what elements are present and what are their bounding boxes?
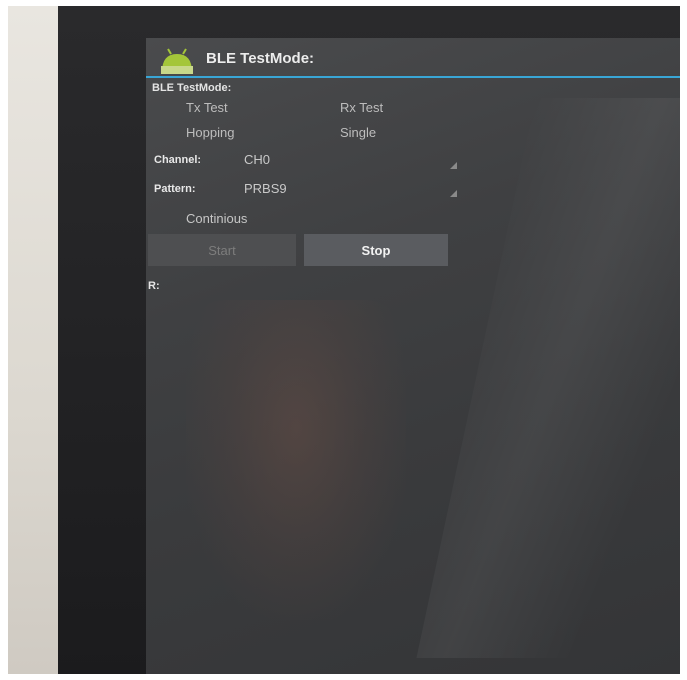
pattern-label: Pattern: xyxy=(154,183,196,195)
android-robot-icon xyxy=(161,48,193,74)
channel-value[interactable]: CH0 xyxy=(244,152,270,167)
app-title: BLE TestMode: xyxy=(206,50,315,67)
screen-glare xyxy=(416,98,680,658)
stop-button[interactable]: Stop xyxy=(304,234,448,266)
result-label: R: xyxy=(148,280,160,292)
start-button[interactable]: Start xyxy=(148,234,296,266)
pattern-value[interactable]: PRBS9 xyxy=(244,181,287,196)
radio-rx-test[interactable]: Rx Test xyxy=(340,100,383,115)
continuous-checkbox[interactable]: Continious xyxy=(186,211,247,226)
chevron-down-icon[interactable] xyxy=(450,162,457,169)
radio-single[interactable]: Single xyxy=(340,125,376,140)
channel-label: Channel: xyxy=(154,154,202,166)
screen-reflection xyxy=(186,300,406,620)
action-bar: BLE TestMode: xyxy=(146,38,680,76)
chevron-down-icon[interactable] xyxy=(450,190,457,197)
radio-tx-test[interactable]: Tx Test xyxy=(186,100,228,115)
radio-hopping[interactable]: Hopping xyxy=(186,125,234,140)
action-bar-divider xyxy=(146,76,680,78)
section-title: BLE TestMode: xyxy=(152,82,232,94)
device-screen: BLE TestMode: BLE TestMode: Tx Test Rx T… xyxy=(146,38,680,674)
